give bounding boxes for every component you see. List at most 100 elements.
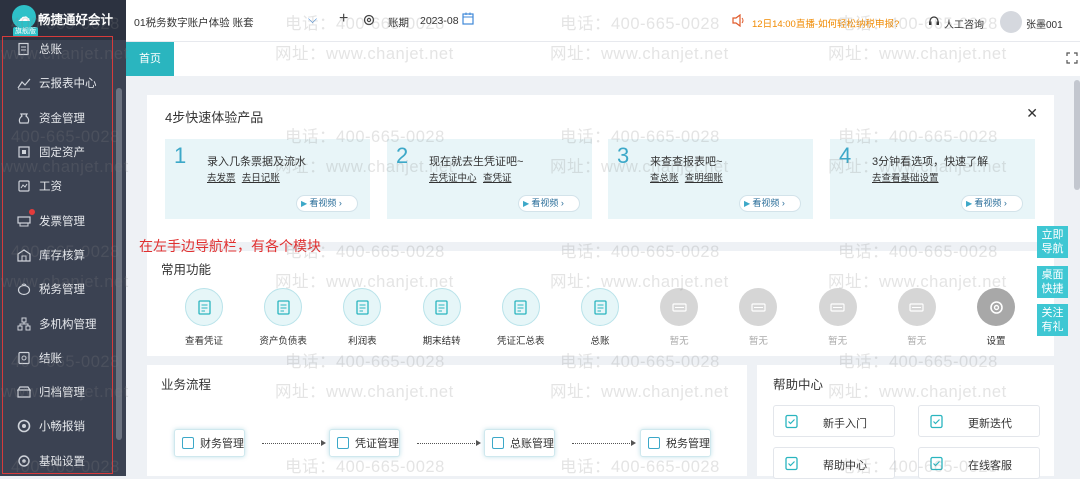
close-icon[interactable]: ✕ <box>1026 105 1038 122</box>
help-item[interactable]: 帮助中心 <box>773 447 895 479</box>
sidebar-item-salary[interactable]: 工资 <box>0 169 112 203</box>
user-name[interactable]: 张墨001 <box>1026 16 1063 31</box>
watch-video-button[interactable]: ▶ 看视频 › <box>961 195 1023 212</box>
sidebar-item-settings[interactable]: 基础设置 <box>0 444 112 478</box>
closing-icon <box>17 351 31 365</box>
settings-icon <box>17 454 31 468</box>
sidebar-item-closing[interactable]: 结账 <box>0 341 112 375</box>
step-link[interactable]: 去查看基础设置 <box>872 170 939 184</box>
sidebar-item-asset[interactable]: 固定资产 <box>0 135 112 169</box>
sidebar-item-org[interactable]: 多机构管理 <box>0 306 112 340</box>
warehouse-icon <box>17 248 31 262</box>
watch-video-label: 看视频 <box>752 198 780 208</box>
calendar-icon[interactable] <box>462 12 474 28</box>
step-link[interactable]: 查明细账 <box>685 170 723 184</box>
chevron-down-icon[interactable]: ⌵ <box>308 12 317 27</box>
module-icon <box>337 437 349 449</box>
gear-icon[interactable] <box>362 13 376 30</box>
sidebar-item-label: 总账 <box>39 44 62 57</box>
common-function-item[interactable]: 资产负债表 <box>253 288 313 347</box>
account-selector[interactable]: 01税务数字账户体验 账套 <box>134 15 254 30</box>
common-function-label: 设置 <box>986 336 1006 347</box>
help-item[interactable]: 更新迭代 <box>918 405 1040 437</box>
common-function-label: 期末结转 <box>422 336 461 347</box>
help-item[interactable]: 新手入门 <box>773 405 895 437</box>
chevron-right-icon: › <box>779 198 785 208</box>
sidebar-scrollbar[interactable] <box>116 88 122 440</box>
sidebar-item-archive[interactable]: 归档管理 <box>0 375 112 409</box>
support-button[interactable]: 人工咨询 <box>944 16 984 31</box>
flow-step[interactable]: 财务管理 <box>174 429 245 457</box>
notification-dot <box>29 209 35 215</box>
step-link[interactable]: 去凭证中心 <box>429 170 477 184</box>
step-link[interactable]: 查总账 <box>650 170 679 184</box>
tab-home[interactable]: 首页 <box>126 42 174 76</box>
float-button[interactable]: 桌面快捷 <box>1037 266 1068 298</box>
quickstart-title: 4步快速体验产品 <box>165 110 264 125</box>
voucher-search-icon <box>185 288 223 326</box>
common-function-item[interactable]: 利润表 <box>332 288 392 347</box>
money-bag-icon <box>17 111 31 125</box>
step-title: 录入几条票据及流水 <box>207 156 306 168</box>
tax-icon <box>17 282 31 296</box>
sidebar-item-tax[interactable]: 税务管理 <box>0 272 112 306</box>
sidebar-item-reimburse[interactable]: 小畅报销 <box>0 409 112 443</box>
period-label: 账期 <box>388 17 409 29</box>
empty-icon <box>897 288 936 326</box>
sidebar-item-label: 结账 <box>39 352 62 365</box>
common-functions-panel: 常用功能 查看凭证 资产负债表 利润表 期末结转 凭证汇总表 总账 暂无 暂无 暂无 暂无 设置 <box>147 251 1054 356</box>
quickstart-step: 1 录入几条票据及流水 去发票 去日记账 ▶ 看视频 › <box>165 139 370 219</box>
step-number: 3 <box>617 143 630 168</box>
watch-video-button[interactable]: ▶ 看视频 › <box>296 195 358 212</box>
common-function-item[interactable]: 设置 <box>966 288 1026 347</box>
common-function-item[interactable]: 查看凭证 <box>174 288 234 347</box>
common-function-label: 资产负债表 <box>259 336 307 347</box>
avatar[interactable] <box>1000 11 1022 33</box>
empty-icon <box>660 288 699 326</box>
common-function-label: 暂无 <box>669 336 689 347</box>
salary-icon <box>17 179 31 193</box>
common-function-item[interactable]: 凭证汇总表 <box>491 288 551 347</box>
sidebar-item-invoice[interactable]: 发票管理 <box>0 203 112 237</box>
float-button[interactable]: 关注有礼 <box>1037 304 1068 336</box>
common-function-item[interactable]: 期末结转 <box>412 288 472 347</box>
help-item[interactable]: 在线客服 <box>918 447 1040 479</box>
live-notice[interactable]: 12日14:00直播-如何轻松纳税申报? <box>752 16 899 30</box>
step-title: 现在就去生凭证吧~ <box>429 156 524 168</box>
common-functions-title: 常用功能 <box>161 263 212 277</box>
flow-step[interactable]: 税务管理 <box>640 429 711 457</box>
float-button[interactable]: 立即导航 <box>1037 226 1068 258</box>
chevron-right-icon: › <box>1001 198 1007 208</box>
flow-step[interactable]: 总账管理 <box>484 429 555 457</box>
watch-video-button[interactable]: ▶ 看视频 › <box>518 195 580 212</box>
chevron-right-icon: › <box>336 198 342 208</box>
step-link[interactable]: 去发票 <box>207 170 236 184</box>
business-flow-title: 业务流程 <box>161 378 212 392</box>
add-icon[interactable]: + <box>339 10 348 28</box>
arrow-right-icon <box>417 440 481 446</box>
sidebar-item-ledger[interactable]: 总账 <box>0 32 112 66</box>
step-link[interactable]: 去日记账 <box>242 170 280 184</box>
help-center-title: 帮助中心 <box>773 378 824 392</box>
quickstart-card: 4步快速体验产品 ✕ 1 录入几条票据及流水 去发票 去日记账 ▶ 看视频 › 2 现在就去… <box>147 95 1054 242</box>
common-function-label: 暂无 <box>828 336 848 347</box>
help-item-label: 更新迭代 <box>968 418 1012 430</box>
step-link[interactable]: 查凭证 <box>483 170 512 184</box>
fullscreen-icon[interactable] <box>1066 52 1078 67</box>
quickstart-step: 3 来查查报表吧~ 查总账 查明细账 ▶ 看视频 › <box>608 139 813 219</box>
main-scrollbar[interactable] <box>1074 80 1080 190</box>
arrow-right-icon <box>572 440 636 446</box>
common-function-item[interactable]: 总账 <box>570 288 630 347</box>
sidebar-item-money-bag[interactable]: 资金管理 <box>0 101 112 135</box>
sidebar-item-chart[interactable]: 云报表中心 <box>0 66 112 100</box>
watch-video-button[interactable]: ▶ 看视频 › <box>739 195 801 212</box>
common-function-label: 查看凭证 <box>184 336 223 347</box>
step-number: 2 <box>396 143 409 168</box>
step-title: 来查查报表吧~ <box>650 156 723 168</box>
headset-icon[interactable] <box>928 15 940 30</box>
flow-step[interactable]: 凭证管理 <box>329 429 400 457</box>
top-bar: 01税务数字账户体验 账套 ⌵ + 账期 2023-08 12日14:00直播-… <box>126 0 1080 42</box>
step-number: 1 <box>174 143 187 168</box>
sidebar-item-warehouse[interactable]: 库存核算 <box>0 238 112 272</box>
period-value[interactable]: 2023-08 <box>420 15 459 27</box>
